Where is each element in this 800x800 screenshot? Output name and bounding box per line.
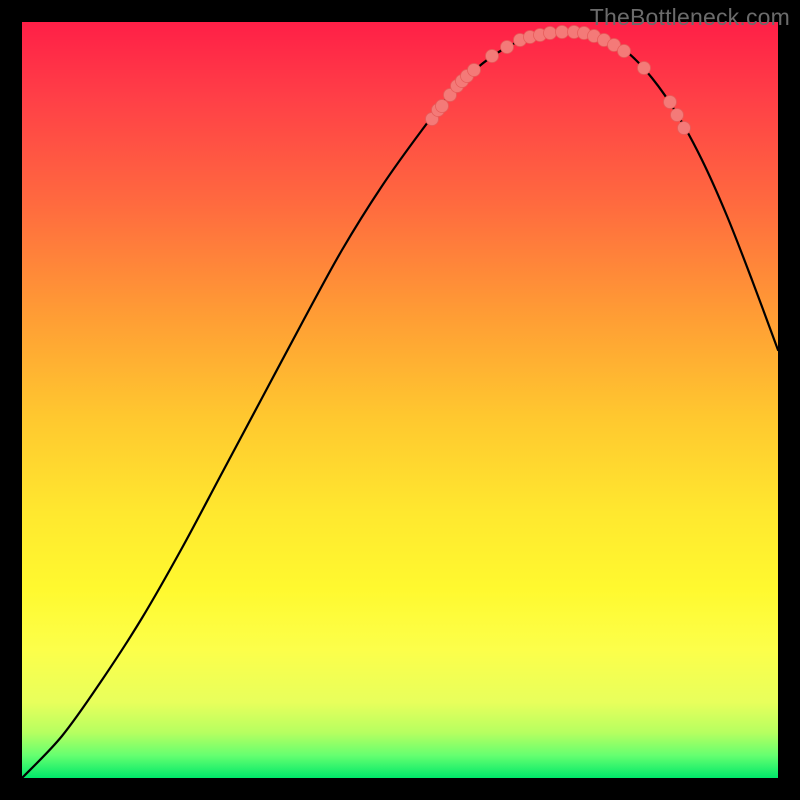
chart-area bbox=[22, 22, 778, 778]
data-point bbox=[468, 64, 481, 77]
watermark-text: TheBottleneck.com bbox=[590, 4, 790, 31]
data-point bbox=[678, 122, 691, 135]
data-points-group bbox=[426, 26, 691, 135]
data-point bbox=[436, 100, 449, 113]
data-point bbox=[544, 27, 557, 40]
data-point bbox=[486, 50, 499, 63]
data-point bbox=[501, 41, 514, 54]
curve-path bbox=[22, 31, 778, 778]
data-point bbox=[618, 45, 631, 58]
data-point bbox=[664, 96, 677, 109]
bottleneck-curve-plot bbox=[22, 22, 778, 778]
data-point bbox=[671, 109, 684, 122]
data-point bbox=[556, 26, 569, 39]
data-point bbox=[638, 62, 651, 75]
